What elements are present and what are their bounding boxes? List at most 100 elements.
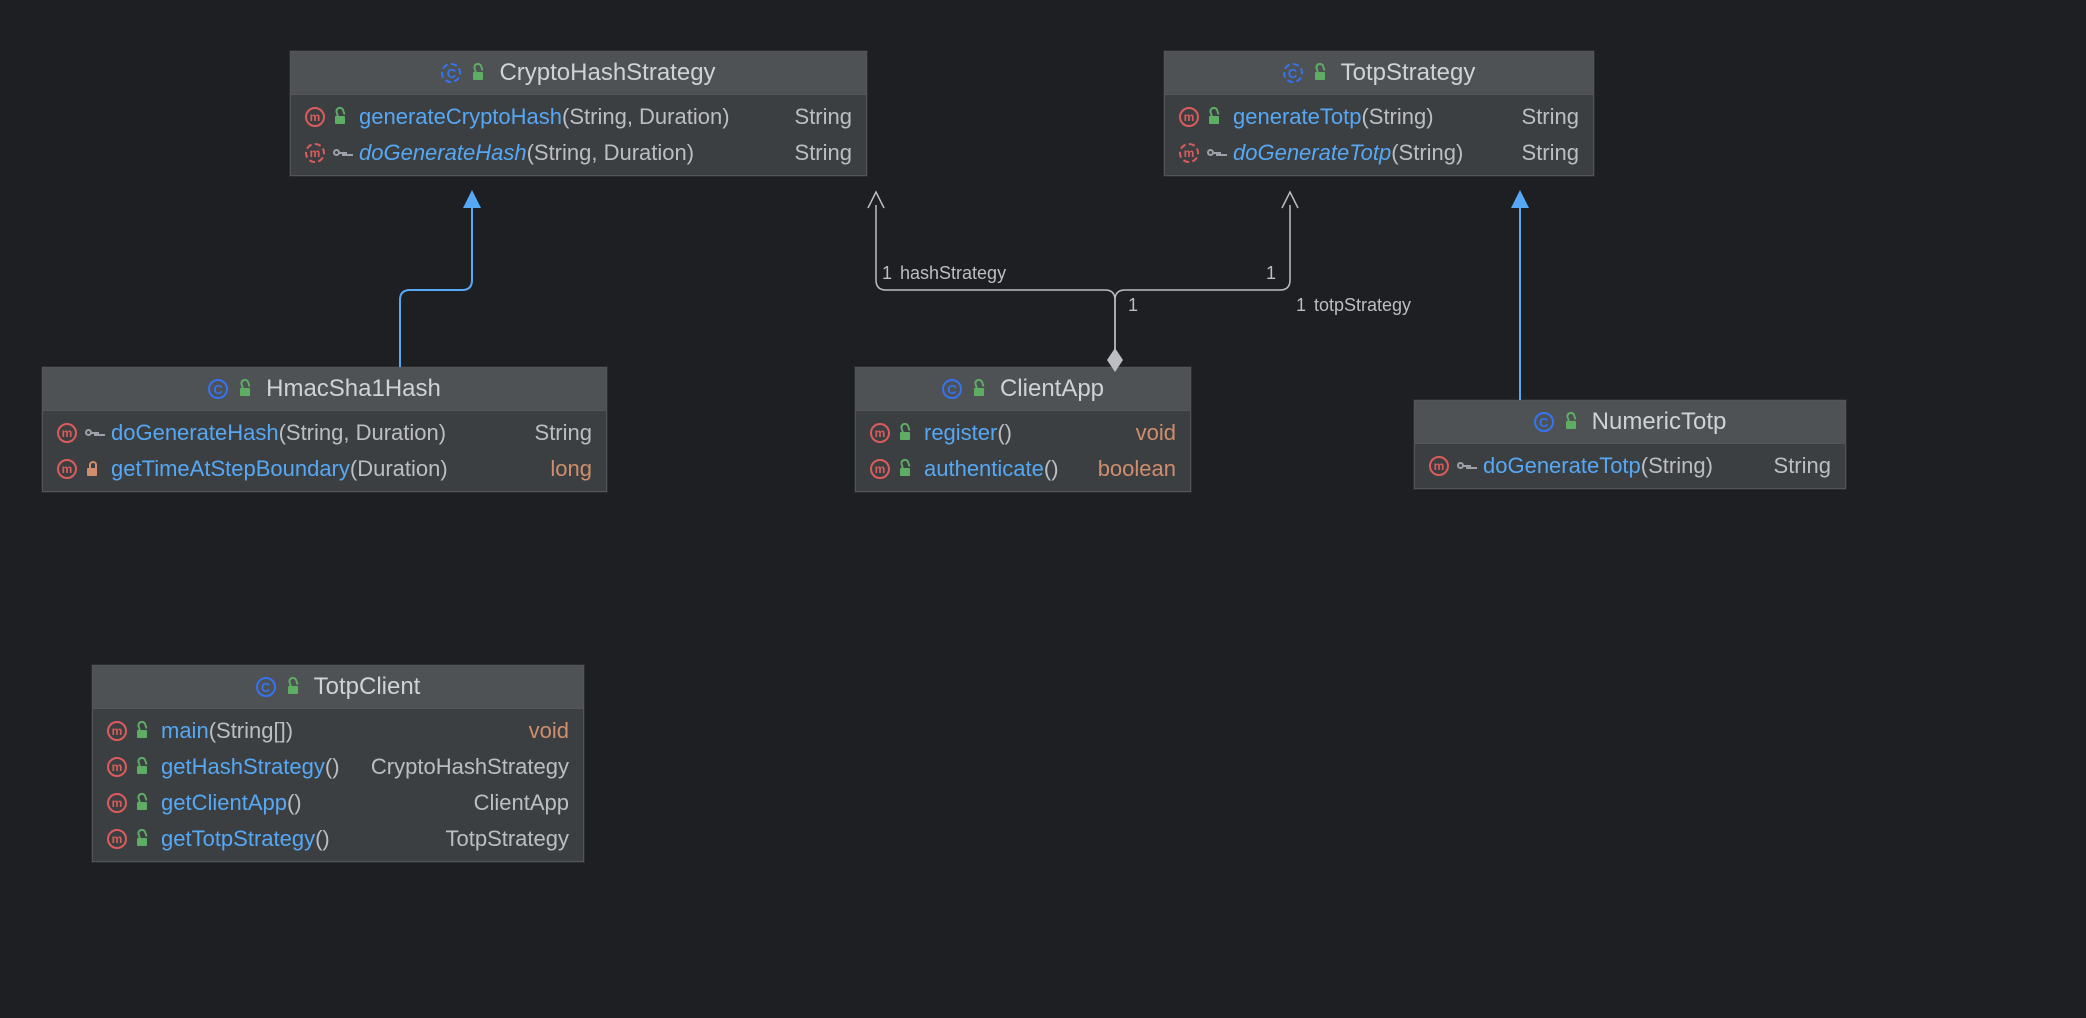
member-row[interactable]: m doGenerateTotp(String) String (1415, 448, 1845, 484)
method-name: register (924, 420, 997, 445)
method-icon: m (107, 757, 127, 777)
method-icon: m (870, 423, 890, 443)
method-params: (Duration) (350, 456, 448, 481)
assoc-name-totpstrategy: totpStrategy (1314, 295, 1411, 316)
public-icon (333, 110, 347, 124)
public-icon (286, 680, 300, 694)
public-icon (135, 760, 149, 774)
public-icon (135, 796, 149, 810)
method-params: (String) (1361, 104, 1433, 129)
method-icon: m (870, 459, 890, 479)
assoc-multiplicity: 1 (1128, 295, 1138, 316)
class-body: m doGenerateTotp(String) String (1415, 444, 1845, 488)
method-return: String (1774, 453, 1831, 479)
class-icon: C (1283, 63, 1303, 83)
method-params: (String, Duration) (279, 420, 447, 445)
public-icon (135, 724, 149, 738)
method-params: () (287, 790, 302, 815)
class-header: C HmacSha1Hash (43, 368, 606, 411)
assoc-multiplicity: 1 (1266, 263, 1276, 284)
method-name: generateTotp (1233, 104, 1361, 129)
private-icon (85, 462, 99, 476)
method-name: getTimeAtStepBoundary (111, 456, 350, 481)
member-row[interactable]: m doGenerateHash(String, Duration) Strin… (43, 415, 606, 451)
method-name: doGenerateTotp (1233, 140, 1391, 165)
method-return: void (1136, 420, 1176, 446)
class-body: m doGenerateHash(String, Duration) Strin… (43, 411, 606, 491)
class-icon: C (256, 677, 276, 697)
class-hmac-sha1-hash[interactable]: C HmacSha1Hash m doGenerateHash(String, … (42, 367, 607, 492)
method-name: getHashStrategy (161, 754, 325, 779)
member-row[interactable]: m doGenerateTotp(String) String (1165, 135, 1593, 171)
assoc-multiplicity: 1 (1296, 295, 1306, 316)
class-icon: C (1534, 412, 1554, 432)
class-header: C CryptoHashStrategy (291, 52, 866, 95)
method-params: (String[]) (209, 718, 293, 743)
class-name: TotpStrategy (1341, 59, 1476, 87)
method-name: generateCryptoHash (359, 104, 562, 129)
method-name: doGenerateTotp (1483, 453, 1641, 478)
class-name: NumericTotp (1592, 408, 1727, 436)
member-row[interactable]: m getTotpStrategy() TotpStrategy (93, 821, 583, 857)
class-body: m main(String[]) void m getHashStrategy(… (93, 709, 583, 861)
method-icon: m (57, 423, 77, 443)
method-return: String (1522, 140, 1579, 166)
method-return: String (535, 420, 592, 446)
class-numeric-totp[interactable]: C NumericTotp m doGenerateTotp(String) S… (1414, 400, 1846, 489)
class-icon: C (208, 379, 228, 399)
method-icon: m (107, 793, 127, 813)
member-row[interactable]: m getTimeAtStepBoundary(Duration) long (43, 451, 606, 487)
method-params: (String) (1641, 453, 1713, 478)
method-return: CryptoHashStrategy (371, 754, 569, 780)
class-totp-client[interactable]: C TotpClient m main(String[]) void m get… (92, 665, 584, 862)
member-row[interactable]: m register() void (856, 415, 1190, 451)
public-icon (972, 382, 986, 396)
public-icon (898, 426, 912, 440)
protected-icon (85, 426, 99, 440)
public-icon (898, 462, 912, 476)
member-row[interactable]: m doGenerateHash(String, Duration) Strin… (291, 135, 866, 171)
method-name: doGenerateHash (359, 140, 527, 165)
class-header: C TotpStrategy (1165, 52, 1593, 95)
method-name: getClientApp (161, 790, 287, 815)
member-row[interactable]: m getHashStrategy() CryptoHashStrategy (93, 749, 583, 785)
method-icon: m (57, 459, 77, 479)
method-return: long (550, 456, 592, 482)
member-row[interactable]: m generateTotp(String) String (1165, 99, 1593, 135)
method-return: String (795, 104, 852, 130)
public-icon (1564, 415, 1578, 429)
class-totp-strategy[interactable]: C TotpStrategy m generateTotp(String) St… (1164, 51, 1594, 176)
method-icon: m (305, 143, 325, 163)
class-header: C ClientApp (856, 368, 1190, 411)
method-params: (String) (1391, 140, 1463, 165)
assoc-name-hashstrategy: hashStrategy (900, 263, 1006, 284)
method-name: authenticate (924, 456, 1044, 481)
class-body: m generateTotp(String) String m doGenera… (1165, 95, 1593, 175)
public-icon (471, 66, 485, 80)
member-row[interactable]: m main(String[]) void (93, 713, 583, 749)
member-row[interactable]: m authenticate() boolean (856, 451, 1190, 487)
assoc-multiplicity: 1 (882, 263, 892, 284)
method-icon: m (1429, 456, 1449, 476)
class-name: HmacSha1Hash (266, 375, 441, 403)
method-return: TotpStrategy (445, 826, 569, 852)
public-icon (135, 832, 149, 846)
member-row[interactable]: m getClientApp() ClientApp (93, 785, 583, 821)
member-row[interactable]: m generateCryptoHash(String, Duration) S… (291, 99, 866, 135)
method-name: main (161, 718, 209, 743)
public-icon (1313, 66, 1327, 80)
protected-icon (333, 146, 347, 160)
class-crypto-hash-strategy[interactable]: C CryptoHashStrategy m generateCryptoHas… (290, 51, 867, 176)
class-body: m register() void m authenticate() boole… (856, 411, 1190, 491)
class-name: ClientApp (1000, 375, 1104, 403)
class-client-app[interactable]: C ClientApp m register() void m authenti… (855, 367, 1191, 492)
class-name: TotpClient (314, 673, 421, 701)
method-return: String (1522, 104, 1579, 130)
method-params: (String, Duration) (562, 104, 730, 129)
method-params: () (997, 420, 1012, 445)
public-icon (1207, 110, 1221, 124)
method-name: doGenerateHash (111, 420, 279, 445)
method-icon: m (305, 107, 325, 127)
class-name: CryptoHashStrategy (499, 59, 715, 87)
method-params: () (315, 826, 330, 851)
